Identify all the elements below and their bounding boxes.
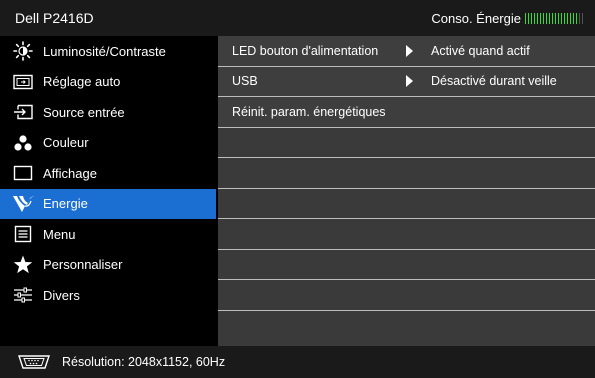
menu-item-label: Réglage auto [43,74,121,90]
brightness-icon [8,41,38,62]
menu-item-label: Menu [43,226,76,242]
monitor-model: Dell P2416D [15,10,94,26]
energy-meter-bar [543,12,544,24]
energy-meter-bar [552,12,553,24]
resolution-text: Résolution: 2048x1152, 60Hz [62,355,226,369]
main-menu: Luminosité/Contraste Réglage auto Source… [0,36,216,346]
setting-value: Désactivé durant veille [431,74,557,89]
energy-meter-bar [531,12,532,24]
setting-label: Réinit. param. énergétiques [232,104,386,119]
color-icon [8,133,38,153]
menu-item-label: Energie [43,196,88,212]
empty-row [218,219,595,250]
others-icon [8,285,38,305]
setting-row-reset-energy[interactable]: Réinit. param. énergétiques [218,97,595,128]
energy-meter-bar [540,12,541,24]
energy-meter-bar [582,12,583,24]
energy-meter [525,12,585,24]
empty-row [218,280,595,311]
menu-item-label: Source entrée [43,104,125,120]
setting-label: USB [232,74,258,89]
menu-item-divers[interactable]: Divers [0,280,216,311]
menu-item-energie[interactable]: Energie [0,188,216,219]
empty-row [218,188,595,219]
menu-item-label: Divers [43,287,80,303]
empty-row [218,127,595,158]
energy-meter-bar [579,12,580,24]
star-icon [8,255,38,275]
arrow-right-icon [406,44,413,57]
menu-item-source-entree[interactable]: Source entrée [0,97,216,128]
menu-item-label: Personnaliser [43,257,123,273]
energy-meter-bar [546,12,547,24]
energy-consumption: Conso. Énergie [431,11,585,26]
energy-meter-bar [573,12,574,24]
vga-connector-icon [16,354,52,370]
setting-row-usb[interactable]: USB Désactivé durant veille [218,66,595,97]
energy-meter-bar [528,12,529,24]
energy-meter-bar [570,12,571,24]
energy-icon [8,194,38,214]
menu-icon [8,224,38,244]
energy-meter-bar [555,12,556,24]
menu-item-menu[interactable]: Menu [0,219,216,250]
energy-meter-bar [537,12,538,24]
arrow-right-icon [406,75,413,88]
input-source-icon [8,102,38,122]
auto-adjust-icon [8,72,38,92]
menu-item-label: Affichage [43,165,97,181]
menu-item-personnaliser[interactable]: Personnaliser [0,250,216,281]
menu-item-reglage-auto[interactable]: Réglage auto [0,67,216,98]
energy-meter-bar [525,12,526,24]
empty-row [218,310,595,346]
setting-label: LED bouton d'alimentation [232,43,379,58]
energy-meter-bar [534,12,535,24]
display-icon [8,163,38,183]
menu-item-label: Luminosité/Contraste [43,43,166,59]
energy-settings-panel: LED bouton d'alimentation Activé quand a… [218,36,595,346]
menu-item-couleur[interactable]: Couleur [0,128,216,159]
menu-item-luminosite-contraste[interactable]: Luminosité/Contraste [0,36,216,67]
osd-footer: Résolution: 2048x1152, 60Hz [0,346,595,378]
menu-item-affichage[interactable]: Affichage [0,158,216,189]
osd-header: Dell P2416D Conso. Énergie [0,0,595,36]
empty-row [218,158,595,189]
energy-meter-bar [549,12,550,24]
menu-item-label: Couleur [43,135,89,151]
energy-meter-bar [576,12,577,24]
setting-value: Activé quand actif [431,43,530,58]
energy-meter-bar [558,12,559,24]
energy-meter-bar [564,12,565,24]
setting-row-led-power-button[interactable]: LED bouton d'alimentation Activé quand a… [218,36,595,67]
empty-row [218,249,595,280]
energy-meter-bar [567,12,568,24]
energy-label: Conso. Énergie [431,10,521,26]
energy-meter-bar [561,12,562,24]
